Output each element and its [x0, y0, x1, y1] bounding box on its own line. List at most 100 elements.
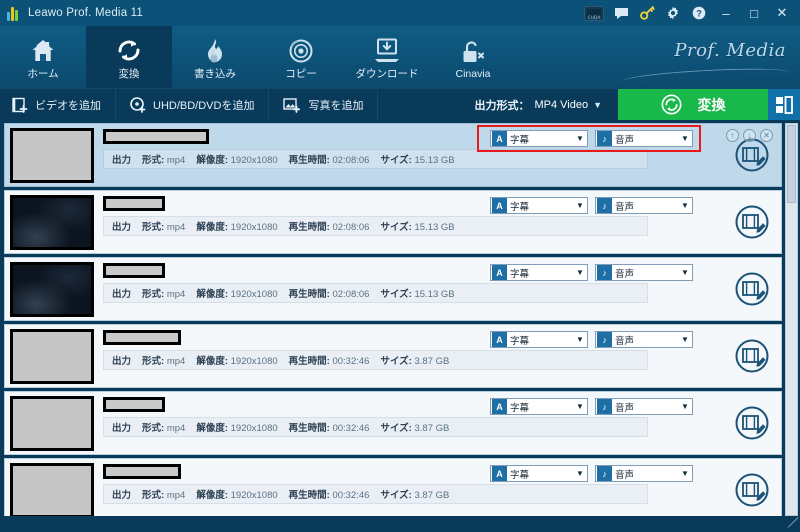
subtitle-icon: A — [492, 399, 507, 414]
list-scrollbar-thumb[interactable] — [787, 125, 796, 203]
output-format-label: 出力形式： — [474, 99, 530, 112]
output-format-selector[interactable]: 出力形式： MP4 Video ▼ — [458, 97, 618, 113]
subtitle-select[interactable]: A 字幕 ▼ — [490, 130, 588, 147]
subtitle-icon: A — [492, 265, 507, 280]
audio-select-value: 音声 — [615, 469, 635, 481]
table-row[interactable]: 出力 形式: mp4 解像度: 1920x1080 再生時間: 02:08:06 サイズ… — [4, 257, 782, 321]
meta-size-label: サイズ: — [380, 288, 412, 300]
nav-tab-cinavia[interactable]: Cinavia — [430, 26, 516, 88]
edit-video-button[interactable] — [733, 404, 771, 442]
edit-video-icon — [735, 406, 769, 440]
video-thumbnail[interactable] — [10, 462, 94, 516]
add-video-button[interactable]: ビデオを追加 — [0, 88, 116, 121]
cuda-badge-icon[interactable]: CUDA — [584, 5, 604, 21]
convert-button-label: 変換 — [697, 96, 726, 113]
audio-select[interactable]: ♪ 音声 ▼ — [595, 197, 693, 214]
subtitle-select[interactable]: A 字幕 ▼ — [490, 264, 588, 281]
table-row[interactable]: 出力 形式: mp4 解像度: 1920x1080 再生時間: 02:08:06 サイズ… — [4, 123, 782, 187]
meta-resolution-value: 1920x1080 — [230, 154, 278, 166]
add-photo-button[interactable]: 写真を追加 — [269, 88, 379, 121]
svg-text:?: ? — [696, 8, 702, 18]
meta-resolution-label: 解像度: — [196, 422, 228, 434]
nav-tab-convert[interactable]: 変換 — [86, 26, 172, 88]
feedback-icon[interactable] — [608, 2, 634, 24]
meta-size-value: 15.13 GB — [414, 154, 455, 166]
audio-select[interactable]: ♪ 音声 ▼ — [595, 264, 693, 281]
meta-resolution-label: 解像度: — [196, 154, 228, 166]
nav-tab-copy-label: コピー — [285, 68, 317, 80]
video-title-redacted — [103, 329, 181, 345]
subtitle-select[interactable]: A 字幕 ▼ — [490, 197, 588, 214]
meta-size-label: サイズ: — [380, 489, 412, 501]
table-row[interactable]: 出力 形式: mp4 解像度: 1920x1080 再生時間: 00:32:46 サイズ… — [4, 458, 782, 516]
video-thumbnail[interactable] — [10, 127, 94, 183]
meta-resolution-value: 1920x1080 — [230, 221, 278, 233]
layout-panel-icon[interactable] — [768, 88, 800, 121]
meta-duration-value: 00:32:46 — [332, 422, 370, 434]
edit-video-button[interactable] — [733, 270, 771, 308]
cinavia-lock-icon — [460, 35, 486, 65]
action-toolbar: ビデオを追加 UHD/BD/DVDを追加 写真を追加 出力形式： MP4 Vid… — [0, 88, 800, 121]
move-up-button[interactable]: ↑ — [726, 129, 739, 142]
video-title-redacted — [103, 463, 181, 479]
close-button[interactable]: ✕ — [768, 1, 796, 25]
meta-output-label: 出力 — [112, 221, 132, 233]
meta-format-value: mp4 — [166, 221, 186, 233]
video-title-redacted — [103, 128, 209, 144]
convert-button[interactable]: 変換 — [618, 88, 768, 121]
audio-select[interactable]: ♪ 音声 ▼ — [595, 398, 693, 415]
track-selectors: A 字幕 ▼ ♪ 音声 ▼ — [490, 465, 693, 482]
meta-format-label: 形式: — [142, 355, 165, 367]
key-icon[interactable] — [634, 2, 660, 24]
track-selectors: A 字幕 ▼ ♪ 音声 ▼ — [490, 331, 693, 348]
add-video-icon — [12, 97, 28, 113]
nav-tab-burn-label: 書き込み — [194, 68, 236, 80]
edit-video-button[interactable] — [733, 471, 771, 509]
maximize-button[interactable]: □ — [740, 1, 768, 25]
chevron-down-icon: ▼ — [681, 402, 689, 411]
video-thumbnail[interactable] — [10, 395, 94, 451]
edit-video-button[interactable] — [733, 203, 771, 241]
edit-video-icon — [735, 473, 769, 507]
video-thumbnail[interactable] — [10, 194, 94, 250]
meta-format-value: mp4 — [166, 355, 186, 367]
video-thumbnail[interactable] — [10, 261, 94, 317]
window-title: Leawo Prof. Media 11 — [28, 7, 144, 19]
add-disc-icon — [130, 96, 146, 113]
title-bar: Leawo Prof. Media 11 CUDA ? – □ ✕ — [0, 0, 800, 26]
table-row[interactable]: 出力 形式: mp4 解像度: 1920x1080 再生時間: 00:32:46 サイズ… — [4, 324, 782, 388]
subtitle-select[interactable]: A 字幕 ▼ — [490, 465, 588, 482]
audio-select[interactable]: ♪ 音声 ▼ — [595, 130, 693, 147]
add-disc-button[interactable]: UHD/BD/DVDを追加 — [116, 88, 270, 121]
meta-format-value: mp4 — [166, 288, 186, 300]
meta-duration-label: 再生時間: — [288, 154, 330, 166]
table-row[interactable]: 出力 形式: mp4 解像度: 1920x1080 再生時間: 02:08:06 サイズ… — [4, 190, 782, 254]
audio-select[interactable]: ♪ 音声 ▼ — [595, 465, 693, 482]
chevron-down-icon: ▼ — [681, 335, 689, 344]
remove-row-button[interactable]: ✕ — [760, 129, 773, 142]
nav-tab-copy[interactable]: コピー — [258, 26, 344, 88]
music-note-icon: ♪ — [597, 466, 612, 481]
subtitle-select[interactable]: A 字幕 ▼ — [490, 398, 588, 415]
video-thumbnail[interactable] — [10, 328, 94, 384]
table-row[interactable]: 出力 形式: mp4 解像度: 1920x1080 再生時間: 00:32:46 サイズ… — [4, 391, 782, 455]
video-title-redacted — [103, 195, 165, 211]
list-scrollbar[interactable] — [785, 123, 798, 516]
audio-select[interactable]: ♪ 音声 ▼ — [595, 331, 693, 348]
nav-tab-home[interactable]: ホーム — [0, 26, 86, 88]
meta-resolution-label: 解像度: — [196, 288, 228, 300]
row-tools: ↑ ↓ ✕ — [726, 129, 773, 142]
edit-video-button[interactable] — [733, 337, 771, 375]
nav-tab-download[interactable]: ダウンロード — [344, 26, 430, 88]
meta-format-label: 形式: — [142, 154, 165, 166]
video-title-redacted — [103, 396, 165, 412]
audio-select-value: 音声 — [615, 134, 635, 146]
help-icon[interactable]: ? — [686, 2, 712, 24]
subtitle-select[interactable]: A 字幕 ▼ — [490, 331, 588, 348]
music-note-icon: ♪ — [597, 198, 612, 213]
nav-tab-burn[interactable]: 書き込み — [172, 26, 258, 88]
minimize-button[interactable]: – — [712, 1, 740, 25]
gear-icon[interactable] — [660, 2, 686, 24]
move-down-button[interactable]: ↓ — [743, 129, 756, 142]
resize-grip[interactable] — [786, 517, 799, 530]
